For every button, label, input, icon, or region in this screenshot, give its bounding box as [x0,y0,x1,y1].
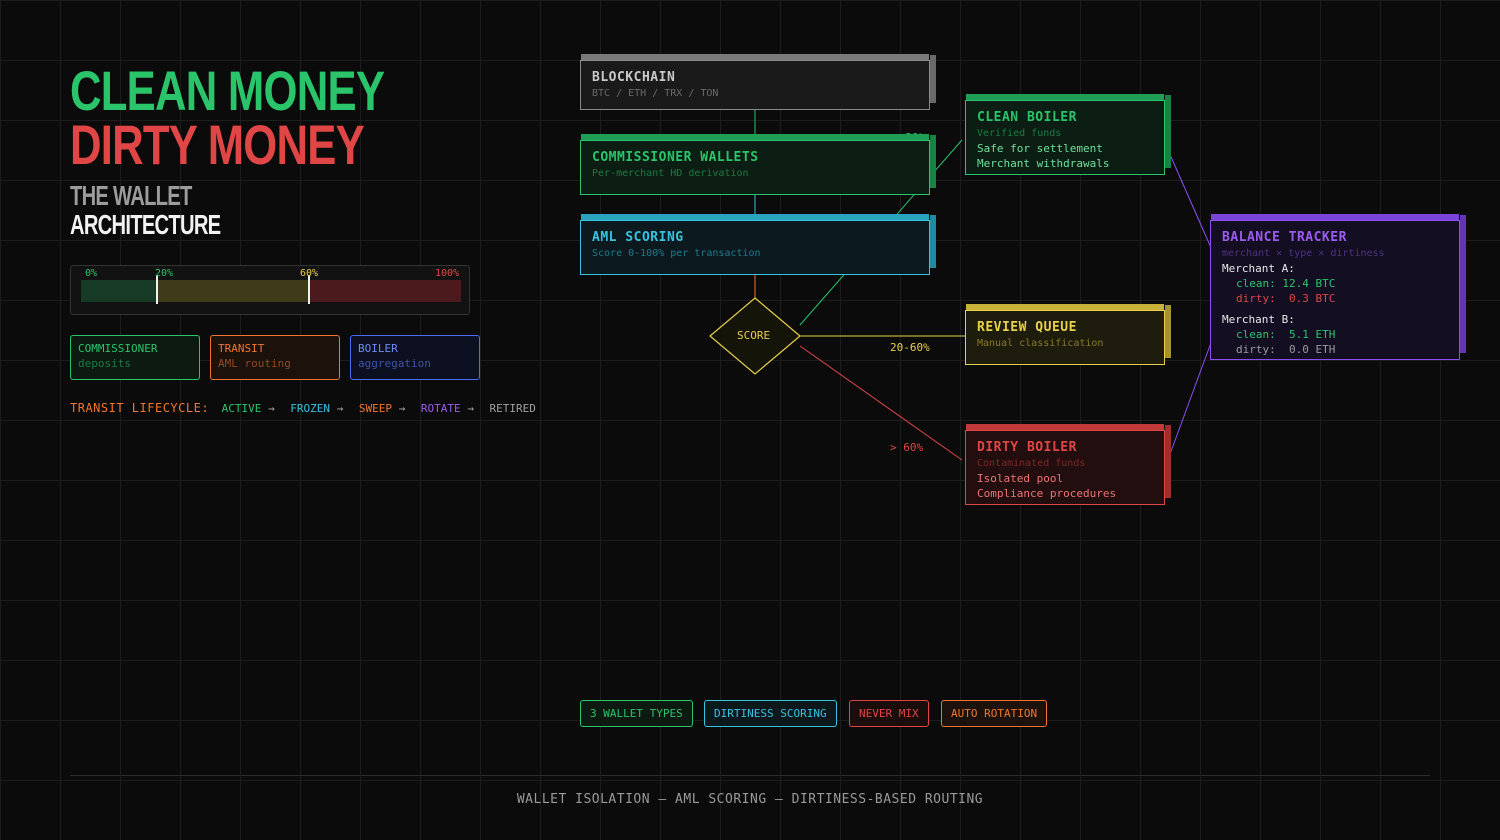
edge-score-dirty [799,345,963,461]
tag-auto-rotation: AUTO ROTATION [941,700,1048,727]
node-balance-tracker: BALANCE TRACKER merchant × type × dirtin… [1210,214,1466,360]
tag-never-mix: NEVER MIX [849,700,929,727]
node-aml-scoring: AML SCORING Score 0-100% per transaction [580,214,936,275]
edge-label-review: 20-60% [890,341,930,354]
node-top-face [581,134,929,140]
commissioner-subtitle: Per-merchant HD derivation [592,168,749,179]
merchant-b-dirty: dirty: 0.0 ETH [1236,343,1336,356]
merchant-a-clean: clean: 12.4 BTC [1236,277,1336,290]
node-top-face [1211,214,1459,220]
merchant-a-name: Merchant A: [1222,262,1295,275]
node-blockchain: BLOCKCHAIN BTC / ETH / TRX / TON [580,54,936,110]
footer-divider [70,775,1430,776]
merchant-b-clean: clean: 5.1 ETH [1236,328,1336,341]
clean-boiler-line2: Merchant withdrawals [977,157,1110,170]
dirty-boiler-line1: Isolated pool [977,472,1064,485]
merchant-b-name: Merchant B: [1222,313,1295,326]
node-top-face [966,304,1164,310]
blockchain-subtitle: BTC / ETH / TRX / TON [592,88,719,99]
node-side-face [1165,95,1171,168]
dirty-boiler-subtitle: Contaminated funds [977,458,1086,469]
review-queue-subtitle: Manual classification [977,338,1104,349]
node-top-face [966,424,1164,430]
node-commissioner-wallets: COMMISSIONER WALLETS Per-merchant HD der… [580,134,936,195]
review-queue-title: REVIEW QUEUE [977,320,1077,335]
blockchain-title: BLOCKCHAIN [592,70,676,85]
node-side-face [1460,215,1466,353]
node-top-face [581,214,929,220]
tag-3-wallet-types: 3 WALLET TYPES [580,700,693,727]
aml-title: AML SCORING [592,230,684,245]
node-top-face [966,94,1164,100]
clean-boiler-subtitle: Verified funds [977,128,1062,139]
merchant-a-dirty: dirty: 0.3 BTC [1236,292,1336,305]
aml-subtitle: Score 0-100% per transaction [592,248,761,259]
balance-tracker-title: BALANCE TRACKER [1222,230,1347,245]
edge-label-dirty: > 60% [890,441,924,454]
node-review-queue: REVIEW QUEUE Manual classification [965,304,1171,365]
node-side-face [930,215,936,268]
tag-dirtiness-scoring: DIRTINESS SCORING [704,700,837,727]
dirty-boiler-line2: Compliance procedures [977,487,1117,500]
clean-boiler-line1: Safe for settlement [977,142,1103,155]
node-side-face [1165,305,1171,358]
node-side-face [930,55,936,103]
clean-boiler-title: CLEAN BOILER [977,110,1077,125]
node-dirty-boiler: DIRTY BOILER Contaminated funds Isolated… [965,424,1171,505]
node-side-face [930,135,936,188]
edge-clean-tracker [1167,149,1213,251]
edge-dirty-tracker [1165,339,1213,466]
node-clean-boiler: CLEAN BOILER Verified funds Safe for set… [965,94,1171,175]
node-top-face [581,54,929,60]
score-label: SCORE [737,329,771,342]
commissioner-title: COMMISSIONER WALLETS [592,150,759,165]
dirty-boiler-title: DIRTY BOILER [977,440,1077,455]
footer-caption: WALLET ISOLATION — AML SCORING — DIRTINE… [516,792,984,807]
node-side-face [1165,425,1171,498]
balance-tracker-subtitle: merchant × type × dirtiness [1222,248,1385,259]
